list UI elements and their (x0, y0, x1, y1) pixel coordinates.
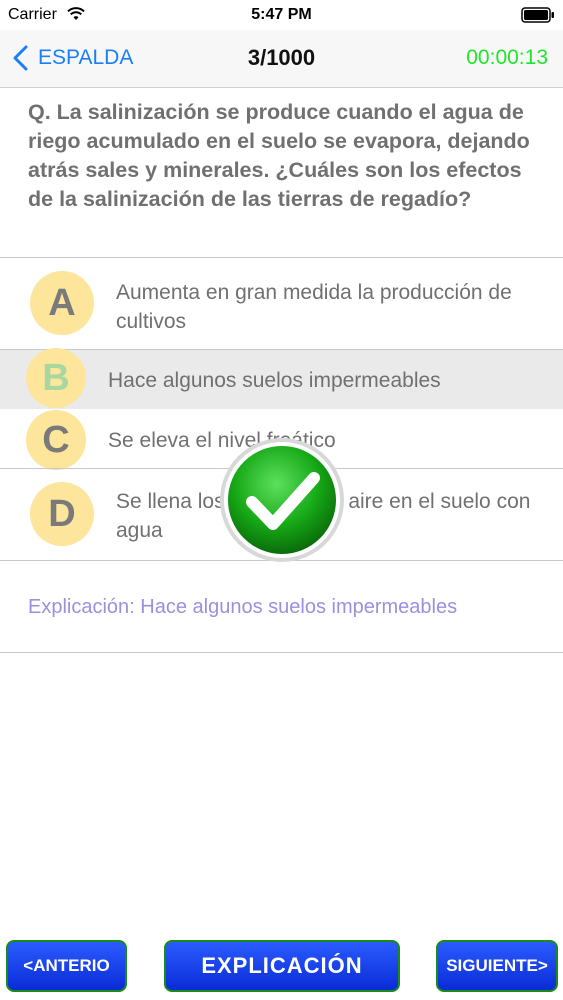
previous-button[interactable]: <ANTERIO (6, 940, 127, 992)
option-a[interactable]: A Aumenta en gran medida la producción d… (0, 258, 563, 349)
navigation-bar: ESPALDA 3/1000 00:00:13 (0, 30, 563, 88)
explanation-button[interactable]: EXPLICACIÓN (164, 940, 400, 992)
option-a-text: Aumenta en gran medida la producción de … (116, 281, 512, 333)
option-d-badge: D (30, 482, 94, 546)
timer: 00:00:13 (466, 46, 548, 69)
option-b-badge: B (26, 348, 86, 408)
option-a-badge: A (30, 271, 94, 335)
explanation-text: Explicación: Hace algunos suelos imperme… (28, 596, 458, 618)
divider (0, 652, 563, 653)
battery-icon (521, 7, 554, 23)
option-c-badge: C (26, 410, 86, 470)
option-b-text: Hace algunos suelos impermeables (108, 369, 441, 392)
next-button[interactable]: SIGUIENTE> (436, 940, 558, 992)
status-time: 5:47 PM (251, 6, 312, 23)
checkmark-icon (220, 438, 344, 562)
status-bar: Carrier 5:47 PM (0, 0, 563, 30)
option-b[interactable]: B Hace algunos suelos impermeables (0, 348, 563, 409)
question-text: Q. La salinización se produce cuando el … (28, 100, 530, 211)
